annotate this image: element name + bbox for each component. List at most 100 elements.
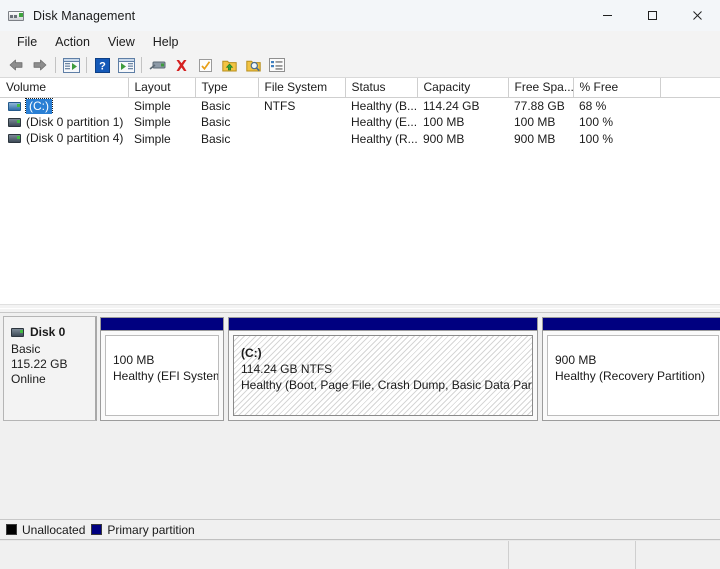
- cell-type: Basic: [201, 115, 231, 130]
- toolbar-separator: [86, 57, 87, 73]
- cell-blank: [660, 131, 720, 148]
- partition-color-bar: [543, 318, 720, 331]
- column-header-layout[interactable]: Layout: [128, 78, 196, 98]
- volume-name: (Disk 0 partition 1): [26, 114, 124, 129]
- maximize-button[interactable]: [630, 0, 675, 31]
- menu-file[interactable]: File: [8, 32, 46, 52]
- table-row[interactable]: (C:) Simple Basic NTFS Healthy (B... 114…: [0, 97, 720, 114]
- cell-file-system: [258, 131, 345, 148]
- partition-c[interactable]: (C:) 114.24 GB NTFS Healthy (Boot, Page …: [228, 317, 538, 421]
- partition-size: 114.24 GB NTFS: [241, 362, 333, 376]
- cell-type: Basic: [201, 131, 231, 146]
- partition-recovery[interactable]: 900 MB Healthy (Recovery Partition): [542, 317, 720, 421]
- minimize-button[interactable]: [585, 0, 630, 31]
- disk-status: Online: [11, 372, 46, 386]
- back-icon[interactable]: [4, 54, 28, 76]
- search-folder-icon[interactable]: [241, 54, 265, 76]
- properties-check-icon[interactable]: [193, 54, 217, 76]
- volume-name: (C:): [25, 97, 53, 114]
- column-header-type[interactable]: Type: [195, 78, 259, 98]
- show-hide-console-tree-icon[interactable]: [59, 54, 83, 76]
- cell-type: Basic: [201, 99, 231, 113]
- volume-name: (Disk 0 partition 4): [26, 131, 124, 146]
- forward-icon[interactable]: [28, 54, 52, 76]
- partition-map: 100 MB Healthy (EFI System P (C:) 114.24…: [100, 316, 720, 421]
- menu-action[interactable]: Action: [46, 32, 99, 52]
- partition-color-bar: [101, 318, 223, 331]
- column-header-percent-free[interactable]: % Free: [573, 78, 661, 98]
- volume-drive-icon: [8, 101, 21, 111]
- rescan-disks-icon[interactable]: [145, 54, 169, 76]
- cell-layout: Simple: [134, 99, 171, 113]
- menu-bar: File Action View Help: [0, 31, 720, 53]
- disk-info-panel[interactable]: Disk 0 Basic 115.22 GB Online: [3, 316, 97, 421]
- volume-table: Volume Layout Type File System Status Ca…: [0, 78, 720, 147]
- column-header-volume[interactable]: Volume: [0, 78, 129, 98]
- primary-partition-swatch: [91, 524, 103, 535]
- menu-view[interactable]: View: [99, 32, 144, 52]
- cell-percent-free: 100 %: [579, 115, 614, 130]
- cell-capacity: 100 MB: [423, 115, 465, 130]
- delete-icon[interactable]: [169, 54, 193, 76]
- window-title: Disk Management: [33, 8, 136, 23]
- volume-drive-icon: [8, 117, 21, 127]
- disk-management-window: Disk Management File Action View Help ? …: [0, 0, 720, 569]
- properties-list-icon[interactable]: [265, 54, 289, 76]
- svg-text:?: ?: [99, 60, 106, 72]
- cell-file-system: [258, 114, 345, 131]
- column-header-free-space[interactable]: Free Spa...: [508, 78, 574, 98]
- cell-volume[interactable]: (Disk 0 partition 1): [0, 114, 128, 131]
- partition-size: 900 MB: [555, 353, 597, 367]
- help-icon[interactable]: ?: [90, 54, 114, 76]
- status-cell-2: [508, 541, 635, 569]
- cell-file-system: NTFS: [264, 99, 296, 113]
- partition-status: Healthy (Boot, Page File, Crash Dump, Ba…: [241, 378, 533, 392]
- partition-size: 100 MB: [113, 353, 155, 367]
- legend-item-unallocated: Unallocated: [6, 523, 85, 537]
- disk-size: 115.22 GB: [11, 357, 68, 371]
- toolbar-separator: [141, 57, 142, 73]
- status-cell-1: [0, 541, 508, 569]
- status-cell-3: [635, 541, 720, 569]
- disk-row: Disk 0 Basic 115.22 GB Online 100 MB Hea…: [0, 316, 720, 421]
- unallocated-swatch: [6, 524, 17, 535]
- pane-splitter[interactable]: [0, 304, 720, 313]
- disk-name: Disk 0: [30, 325, 66, 339]
- toolbar-separator: [55, 57, 56, 73]
- legend-item-primary-partition: Primary partition: [91, 523, 195, 537]
- partition-status: Healthy (EFI System P: [113, 369, 218, 383]
- disk-type: Basic: [11, 342, 41, 356]
- cell-layout: Simple: [134, 131, 171, 146]
- partition-efi[interactable]: 100 MB Healthy (EFI System P: [100, 317, 224, 421]
- column-header-status[interactable]: Status: [345, 78, 418, 98]
- cell-percent-free: 100 %: [579, 131, 614, 146]
- cell-free-space: 77.88 GB: [514, 99, 565, 113]
- cell-blank: [660, 114, 720, 131]
- volume-table-header: Volume Layout Type File System Status Ca…: [0, 78, 720, 98]
- cell-capacity: 900 MB: [423, 131, 465, 146]
- cell-volume[interactable]: (Disk 0 partition 4): [0, 131, 128, 148]
- cell-free-space: 100 MB: [514, 115, 556, 130]
- menu-help[interactable]: Help: [144, 32, 188, 52]
- title-bar: Disk Management: [0, 0, 720, 31]
- volume-drive-icon: [8, 134, 21, 144]
- table-row[interactable]: (Disk 0 partition 1) Simple Basic Health…: [0, 114, 720, 131]
- table-row[interactable]: (Disk 0 partition 4) Simple Basic Health…: [0, 131, 720, 148]
- column-header-capacity[interactable]: Capacity: [417, 78, 509, 98]
- column-header-file-system[interactable]: File System: [258, 78, 346, 98]
- show-hide-action-pane-icon[interactable]: [114, 54, 138, 76]
- cell-status: Healthy (E...: [351, 115, 417, 130]
- close-button[interactable]: [675, 0, 720, 31]
- partition-color-bar: [229, 318, 537, 331]
- cell-capacity: 114.24 GB: [423, 99, 480, 113]
- volume-list-pane: Volume Layout Type File System Status Ca…: [0, 78, 720, 304]
- partition-label: (C:): [241, 346, 262, 360]
- legend-label: Unallocated: [22, 522, 86, 537]
- cell-volume[interactable]: (C:): [0, 97, 128, 114]
- status-bar: [0, 540, 720, 569]
- export-list-icon[interactable]: [217, 54, 241, 76]
- column-header-blank[interactable]: [660, 78, 720, 98]
- disk-drive-icon: [11, 327, 24, 337]
- cell-percent-free: 68 %: [579, 99, 607, 113]
- partition-status: Healthy (Recovery Partition): [555, 369, 706, 383]
